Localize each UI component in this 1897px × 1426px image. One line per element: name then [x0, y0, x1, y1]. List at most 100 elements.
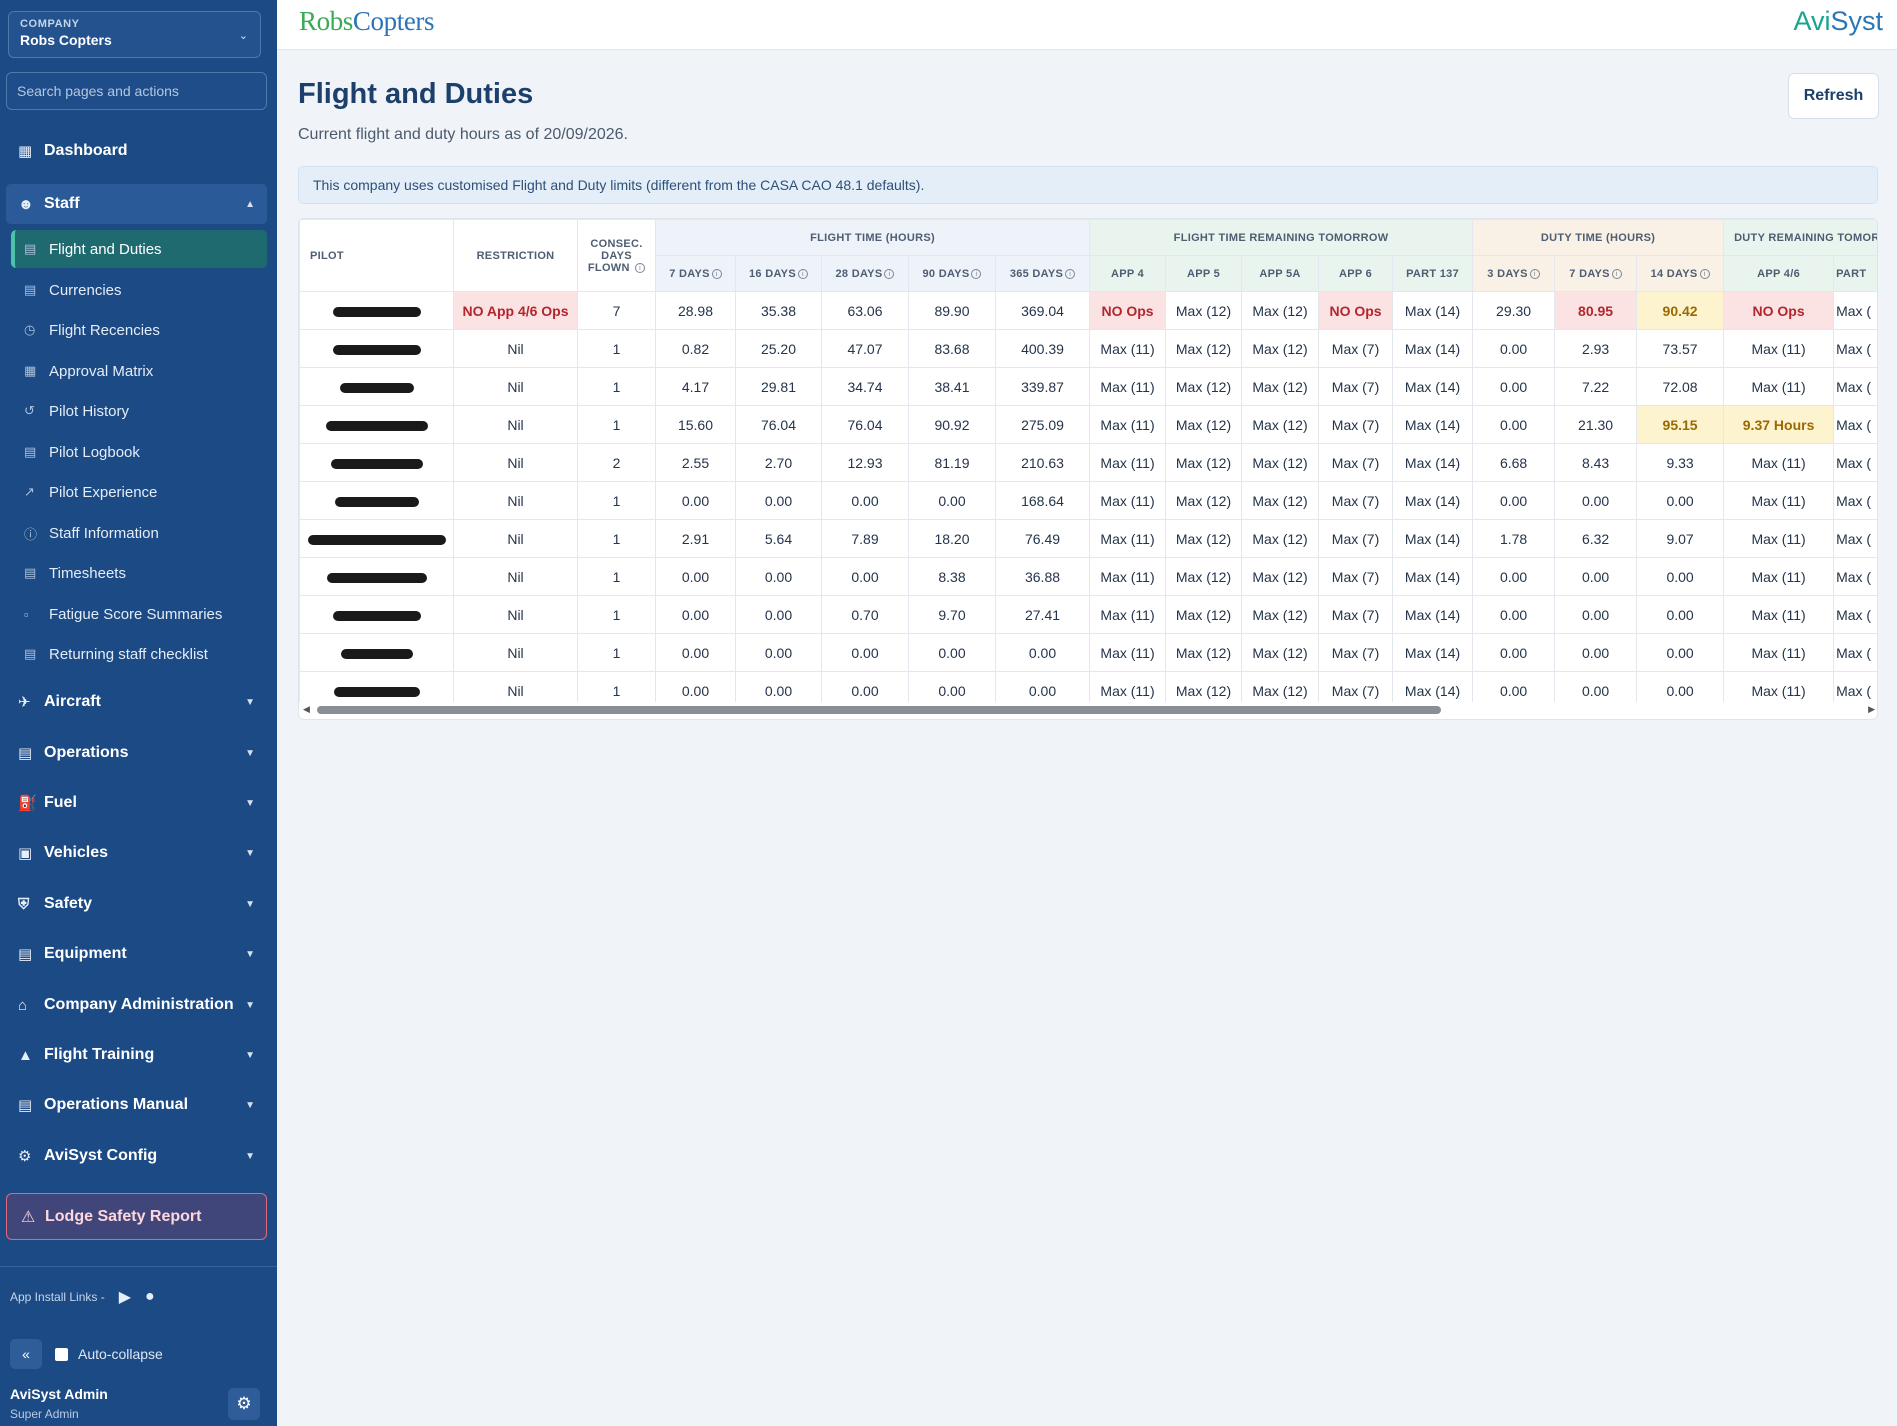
info-icon[interactable]: i: [971, 268, 982, 279]
nav-fuel[interactable]: ⛽ Fuel ▼: [6, 783, 267, 823]
col-3-days[interactable]: 3 DAYS i: [1472, 255, 1556, 292]
sidebar-item-flight-recencies[interactable]: ◷ Flight Recencies: [11, 311, 267, 349]
auto-collapse-checkbox[interactable]: [55, 1347, 68, 1361]
table-row[interactable]: Nil 1 0.82 25.20 47.07 83.68 400.39 Max (11) Max…: [299, 329, 1877, 368]
nav-label: Company Administration: [44, 996, 234, 1013]
table-row[interactable]: Nil 1 0.00 0.00 0.70 9.70 27.41 Max (11) Max (12…: [299, 595, 1877, 634]
apple-icon[interactable]: ●: [145, 1288, 155, 1306]
nav-safety[interactable]: ⛨ Safety ▼: [6, 884, 267, 924]
refresh-button[interactable]: Refresh: [1788, 73, 1879, 119]
col-90-days[interactable]: 90 DAYS i: [908, 255, 996, 292]
sidebar-item-pilot-experience[interactable]: ↗ Pilot Experience: [11, 473, 267, 511]
table-cell: 7.22: [1554, 367, 1638, 406]
nav-operations[interactable]: ▤ Operations ▼: [6, 733, 267, 773]
pilot-name-redacted[interactable]: [299, 633, 454, 672]
sidebar-item-flight-and-duties[interactable]: ▤ Flight and Duties: [11, 230, 267, 268]
col-part-137[interactable]: PART 137: [1392, 255, 1474, 292]
table-cell: Max (11): [1723, 595, 1835, 634]
sidebar-item-fatigue-score-summaries[interactable]: ▫ Fatigue Score Summaries: [11, 595, 267, 633]
col-7-days[interactable]: 7 DAYS i: [655, 255, 736, 292]
table-row[interactable]: Nil 1 15.60 76.04 76.04 90.92 275.09 Max (11) Ma…: [299, 405, 1877, 444]
table-row[interactable]: NO App 4/6 Ops 7 28.98 35.38 63.06 89.90 369.0…: [299, 291, 1877, 330]
col-365-days[interactable]: 365 DAYS i: [994, 255, 1091, 292]
pilot-name-redacted[interactable]: [299, 329, 454, 368]
pilot-name-redacted[interactable]: [299, 481, 454, 520]
sub-label: Staff Information: [49, 524, 159, 542]
info-icon[interactable]: i: [1065, 268, 1076, 279]
sidebar-divider: [0, 1266, 277, 1267]
nav-vehicles[interactable]: ▣ Vehicles ▼: [6, 833, 267, 873]
pilot-name-redacted[interactable]: [299, 291, 454, 330]
col-28-days[interactable]: 28 DAYS i: [821, 255, 909, 292]
table-row[interactable]: Nil 1 2.91 5.64 7.89 18.20 76.49 Max (11) Max (1…: [299, 519, 1877, 558]
company-selector[interactable]: COMPANY Robs Copters ⌄: [8, 11, 261, 58]
auto-collapse-toggle[interactable]: Auto-collapse: [55, 1346, 163, 1362]
table-row[interactable]: Nil 2 2.55 2.70 12.93 81.19 210.63 Max (11) Max …: [299, 443, 1877, 482]
nav-avisyst-config[interactable]: ⚙ AviSyst Config ▼: [6, 1136, 267, 1176]
sidebar-item-returning-staff-checklist[interactable]: ▤ Returning staff checklist: [11, 635, 267, 673]
col-app-4-6[interactable]: APP 4/6: [1723, 255, 1835, 292]
col-app-4[interactable]: APP 4: [1089, 255, 1167, 292]
lodge-safety-report-button[interactable]: ⚠ Lodge Safety Report: [6, 1193, 267, 1240]
info-icon[interactable]: i: [635, 262, 646, 273]
col-app-5[interactable]: APP 5: [1165, 255, 1243, 292]
pilot-name-redacted[interactable]: [299, 557, 454, 596]
collapse-sidebar-button[interactable]: «: [10, 1339, 42, 1369]
sidebar-item-currencies[interactable]: ▤ Currencies: [11, 271, 267, 309]
col-16-days[interactable]: 16 DAYS i: [735, 255, 822, 292]
info-icon[interactable]: i: [797, 268, 808, 279]
info-icon[interactable]: i: [884, 268, 895, 279]
sidebar-item-approval-matrix[interactable]: ▦ Approval Matrix: [11, 352, 267, 390]
pilot-name-redacted[interactable]: [299, 367, 454, 406]
scroll-left-icon[interactable]: ◀: [303, 704, 310, 715]
table-cell: 27.41: [994, 595, 1091, 634]
pilot-name-redacted[interactable]: [299, 405, 454, 444]
table-cell: Max (11): [1723, 329, 1835, 368]
table-cell: 0.00: [1636, 557, 1725, 596]
scroll-right-icon[interactable]: ▶: [1868, 704, 1875, 715]
col-restriction[interactable]: RESTRICTION: [453, 219, 578, 292]
pilot-name-redacted[interactable]: [299, 443, 454, 482]
col-part[interactable]: PART: [1833, 255, 1877, 292]
table-cell: 63.06: [821, 291, 909, 330]
sidebar-item-pilot-logbook[interactable]: ▤ Pilot Logbook: [11, 433, 267, 471]
info-icon[interactable]: i: [1529, 268, 1540, 279]
table-cell: Max (14): [1392, 367, 1474, 406]
scrollbar-thumb[interactable]: [317, 706, 1441, 714]
caret-down-icon: ▼: [245, 797, 255, 809]
table-row[interactable]: Nil 1 0.00 0.00 0.00 0.00 168.64 Max (11) Max (1…: [299, 481, 1877, 520]
pilot-name-redacted[interactable]: [299, 519, 454, 558]
search-input[interactable]: Search pages and actions: [6, 72, 267, 110]
col-consec-days[interactable]: CONSEC. DAYS FLOWN i: [577, 219, 656, 292]
nav-equipment[interactable]: ▤ Equipment ▼: [6, 934, 267, 974]
col-7-days[interactable]: 7 DAYS i: [1554, 255, 1638, 292]
info-icon[interactable]: i: [1699, 268, 1710, 279]
sidebar-item-timesheets[interactable]: ▤ Timesheets: [11, 554, 267, 592]
horizontal-scrollbar[interactable]: ◀ ▶: [299, 702, 1877, 718]
table-cell: Max (12): [1165, 405, 1243, 444]
nav-operations-manual[interactable]: ▤ Operations Manual ▼: [6, 1085, 267, 1125]
nav-dashboard[interactable]: ▦ Dashboard: [6, 131, 267, 171]
nav-company-administration[interactable]: ⌂ Company Administration ▼: [6, 985, 267, 1025]
table-cell: 0.00: [1636, 633, 1725, 672]
nav-staff[interactable]: ☻ Staff ▲: [6, 184, 267, 224]
col-pilot[interactable]: PILOT: [299, 219, 454, 292]
nav-flight-training[interactable]: ▲ Flight Training ▼: [6, 1035, 267, 1075]
google-play-icon[interactable]: ▶: [119, 1287, 131, 1307]
table-cell: 1: [577, 405, 656, 444]
pilot-name-redacted[interactable]: [299, 595, 454, 634]
table-cell: 400.39: [994, 329, 1091, 368]
col-14-days[interactable]: 14 DAYS i: [1636, 255, 1725, 292]
table-cell: 72.08: [1636, 367, 1725, 406]
col-app-5a[interactable]: APP 5A: [1241, 255, 1320, 292]
info-icon[interactable]: i: [1611, 268, 1622, 279]
table-row[interactable]: Nil 1 4.17 29.81 34.74 38.41 339.87 Max (11) Max…: [299, 367, 1877, 406]
table-row[interactable]: Nil 1 0.00 0.00 0.00 8.38 36.88 Max (11) Max (12…: [299, 557, 1877, 596]
col-app-6[interactable]: APP 6: [1318, 255, 1394, 292]
sidebar-item-pilot-history[interactable]: ↺ Pilot History: [11, 392, 267, 430]
table-row[interactable]: Nil 1 0.00 0.00 0.00 0.00 0.00 Max (11) Max (12)…: [299, 633, 1877, 672]
sidebar-item-staff-information[interactable]: ⓘ Staff Information: [11, 514, 267, 552]
user-settings-gear-icon[interactable]: ⚙: [228, 1388, 260, 1420]
info-icon[interactable]: i: [711, 268, 722, 279]
nav-aircraft[interactable]: ✈ Aircraft ▼: [6, 682, 267, 722]
